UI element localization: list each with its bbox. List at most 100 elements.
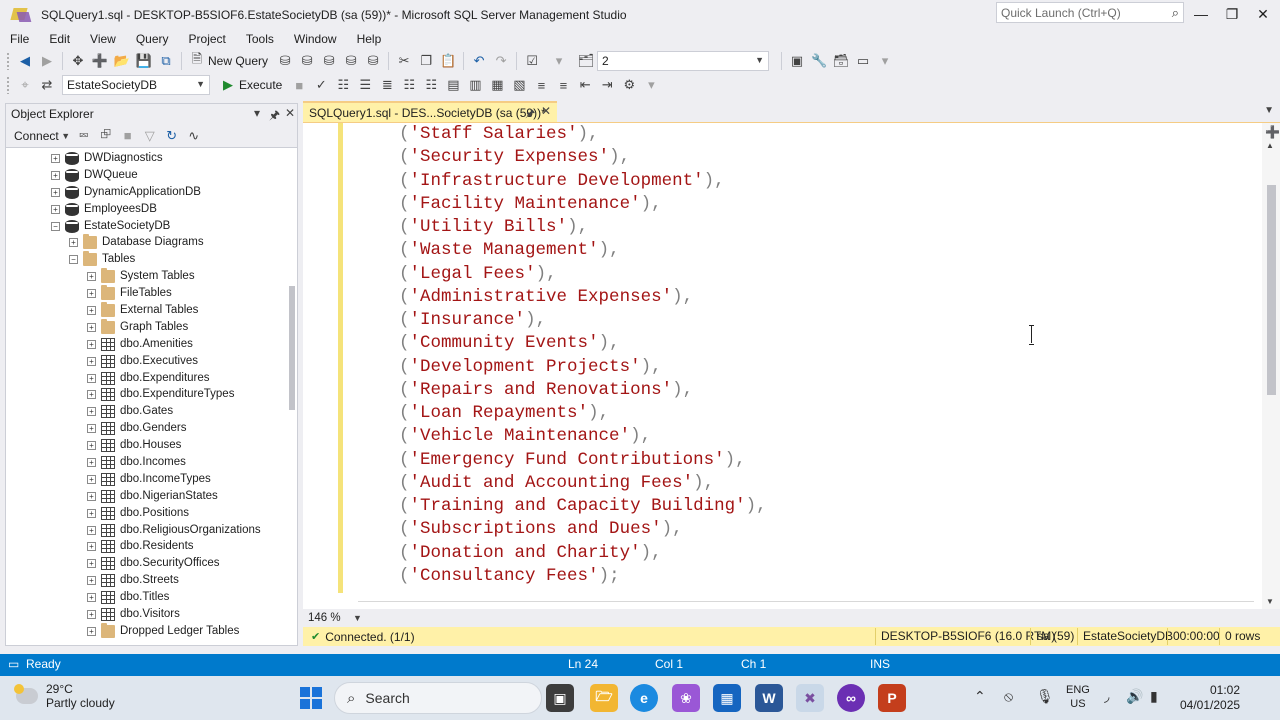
tab-sqlquery1[interactable]: SQLQuery1.sql - DES...SocietyDB (sa (59)… [303, 101, 557, 122]
results-to-grid-icon[interactable]: ▦ [487, 75, 507, 95]
available-databases-select[interactable]: EstateSocietyDB ▼ [62, 75, 210, 95]
edge-browser-icon[interactable]: e [630, 684, 658, 712]
query-options-icon[interactable]: ☰ [355, 75, 375, 95]
volume-icon[interactable]: 🔊 [1126, 688, 1143, 705]
comment-icon[interactable]: ≡ [531, 75, 551, 95]
disconnect-icon[interactable]: ⮺ [96, 126, 116, 146]
minimize-button[interactable]: — [1187, 2, 1215, 26]
show-hidden-icons-icon[interactable]: ⌃ [974, 688, 986, 705]
undo-icon[interactable]: ↶ [469, 51, 489, 71]
mdx-query-icon[interactable]: ⛁ [297, 51, 317, 71]
connect-icon[interactable]: ⌖ [15, 75, 35, 95]
tree-node[interactable]: + System Tables [6, 268, 289, 285]
expand-icon[interactable]: + [87, 559, 96, 569]
battery-icon[interactable]: ▮ [1150, 688, 1158, 705]
dax-query-icon[interactable]: ⛁ [363, 51, 383, 71]
live-stats-icon[interactable]: ☷ [421, 75, 441, 95]
tree-node[interactable]: + dbo.Genders [6, 420, 289, 437]
menu-tools[interactable]: Tools [236, 30, 284, 48]
word-icon[interactable]: W [755, 684, 783, 712]
expand-icon[interactable]: + [87, 322, 96, 332]
tree-node[interactable]: + DWDiagnostics [6, 150, 289, 167]
execute-icon[interactable]: ▶ [218, 75, 238, 95]
toolbar-options-icon[interactable]: ▾ [641, 75, 661, 95]
scroll-down-icon[interactable]: ▼ [1266, 597, 1274, 606]
tree-node[interactable]: + dbo.Visitors [6, 606, 289, 623]
solution-config-icon[interactable]: 🗂 [576, 51, 596, 71]
toolbar-options-icon[interactable]: ▾ [875, 51, 895, 71]
expand-icon[interactable]: + [87, 407, 96, 417]
editor-vertical-scrollbar[interactable]: ➕ ▲ ▼ [1262, 123, 1280, 609]
specify-template-values-icon[interactable]: ⚙ [619, 75, 639, 95]
uncomment-icon[interactable]: ≡ [553, 75, 573, 95]
tree-node[interactable]: + DWQueue [6, 167, 289, 184]
expand-icon[interactable]: + [87, 339, 96, 349]
collapse-icon[interactable]: − [51, 221, 60, 231]
activity-monitor-icon[interactable]: ∿ [184, 126, 204, 146]
filter-icon[interactable]: ▽ [140, 126, 160, 146]
tree-node[interactable]: + dbo.Houses [6, 437, 289, 454]
expand-icon[interactable]: + [87, 525, 96, 535]
close-icon[interactable]: ✕ [285, 106, 295, 120]
results-to-file-icon[interactable]: ▧ [509, 75, 529, 95]
expand-icon[interactable]: + [87, 593, 96, 603]
tree-node[interactable]: + dbo.Expenditures [6, 370, 289, 387]
window-position-icon[interactable]: ▾ [254, 106, 260, 120]
toolbar-grip[interactable] [6, 52, 10, 70]
toolbar-grip[interactable] [6, 76, 10, 94]
scrollbar-thumb[interactable] [289, 286, 295, 410]
tree-node[interactable]: + Database Diagrams [6, 234, 289, 251]
tree-node[interactable]: + Graph Tables [6, 318, 289, 336]
activity-monitor-icon[interactable]: ☑ [522, 51, 542, 71]
tree-node[interactable]: + Dropped Ledger Tables [6, 622, 289, 640]
expand-icon[interactable]: + [87, 306, 96, 316]
tree-node[interactable]: + FileTables [6, 285, 289, 302]
powerpoint-icon[interactable]: P [878, 684, 906, 712]
start-button[interactable] [300, 687, 322, 709]
microphone-icon[interactable]: 🎙 [1036, 688, 1054, 705]
close-tab-icon[interactable]: ✕ [541, 104, 551, 118]
tree-node[interactable]: + dbo.ReligiousOrganizations [6, 522, 289, 539]
menu-query[interactable]: Query [126, 30, 179, 48]
template-explorer-icon[interactable]: ▣ [787, 51, 807, 71]
menu-project[interactable]: Project [179, 30, 236, 48]
increase-indent-icon[interactable]: ⇥ [597, 75, 617, 95]
collapse-icon[interactable]: − [69, 255, 78, 265]
copilot-icon[interactable]: ❀ [672, 684, 700, 712]
expand-icon[interactable]: + [87, 626, 96, 636]
expand-icon[interactable]: + [51, 170, 60, 180]
input-language[interactable]: ENG US [1066, 683, 1090, 711]
change-connection-icon[interactable]: ⇄ [37, 75, 57, 95]
visual-studio-icon[interactable]: ∞ [837, 684, 865, 712]
taskbar-search[interactable]: ⌕ Search [334, 682, 542, 714]
refresh-icon[interactable]: ↻ [162, 126, 182, 146]
actual-plan-icon[interactable]: ☷ [399, 75, 419, 95]
open-file-icon[interactable]: 📂 [112, 51, 132, 71]
scrollbar-thumb[interactable] [1267, 185, 1276, 395]
expand-icon[interactable]: + [51, 204, 60, 214]
new-project-icon[interactable]: ✥ [68, 51, 88, 71]
tree-node[interactable]: − Tables [6, 251, 289, 268]
intellisense-icon[interactable]: ≣ [377, 75, 397, 95]
connect-plug-icon[interactable]: ⮹ [74, 126, 94, 146]
wifi-icon[interactable]: ◞ [1104, 688, 1109, 705]
client-stats-icon[interactable]: ▤ [443, 75, 463, 95]
expand-icon[interactable]: + [69, 238, 78, 248]
zoom-select[interactable]: 146 % ▼ [303, 612, 363, 624]
tree-node[interactable]: + dbo.Gates [6, 403, 289, 420]
ssms-taskbar-icon[interactable]: ✖ [796, 684, 824, 712]
tree-node[interactable]: + dbo.Incomes [6, 454, 289, 471]
redo-icon[interactable]: ↷ [491, 51, 511, 71]
tree-node[interactable]: + dbo.Amenities [6, 336, 289, 353]
expand-icon[interactable]: + [87, 491, 96, 501]
expand-icon[interactable]: + [87, 610, 96, 620]
task-view-icon[interactable]: ▣ [546, 684, 574, 712]
add-item-icon[interactable]: ➕ [90, 51, 110, 71]
solution-config-select[interactable]: 2 ▼ [597, 51, 770, 71]
expand-icon[interactable]: + [87, 289, 96, 299]
file-explorer-icon[interactable]: 🗁 [590, 684, 618, 712]
tree-node[interactable]: + EmployeesDB [6, 201, 289, 218]
tree-node[interactable]: + DynamicApplicationDB [6, 184, 289, 201]
xmla-query-icon[interactable]: ⛁ [341, 51, 361, 71]
paste-icon[interactable]: 📋 [438, 51, 458, 71]
